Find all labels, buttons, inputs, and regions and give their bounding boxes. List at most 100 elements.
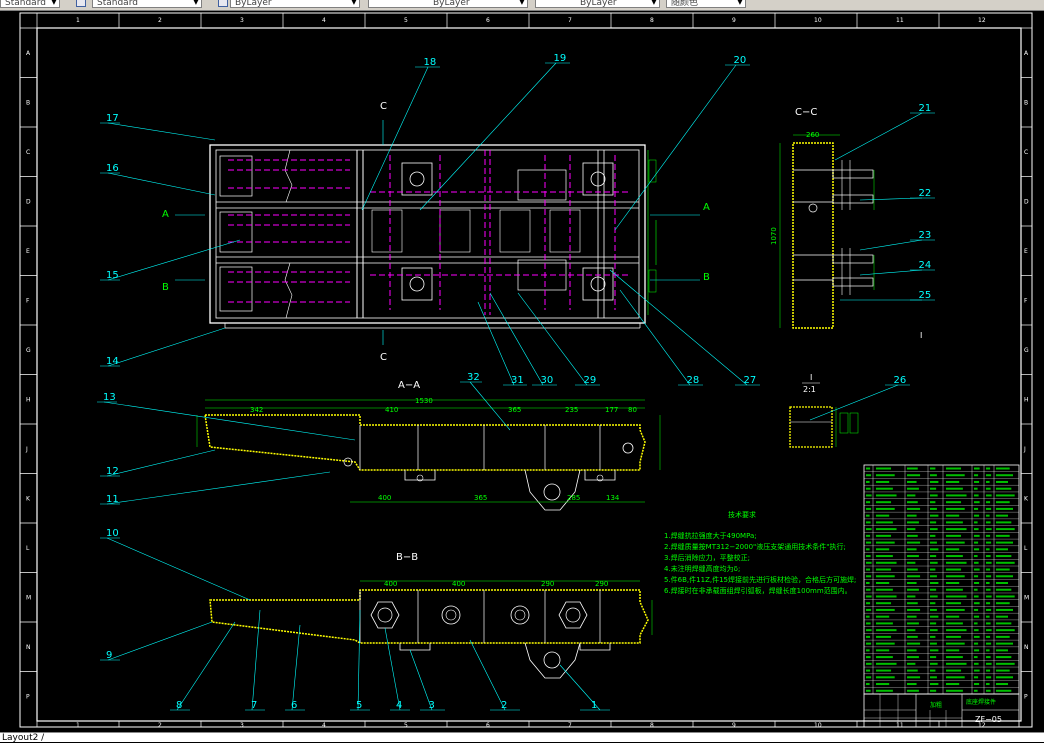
balloon-1: 1 xyxy=(591,700,597,711)
dim-aa-5: 177 xyxy=(605,406,618,414)
layer-dropdown[interactable]: Standard ▼ xyxy=(92,0,202,8)
leader-line xyxy=(614,64,737,231)
balloon-32: 32 xyxy=(467,372,480,383)
layer-value: Standard xyxy=(97,0,138,8)
dim-cc-height: 1070 xyxy=(770,227,778,245)
leader-line xyxy=(357,609,361,711)
dim-bb-4: 290 xyxy=(595,580,608,588)
balloon-22: 22 xyxy=(919,188,932,199)
tech-req-line: 2.焊缝质量按MT312−2000"液压支架通用技术条件"执行; xyxy=(664,542,846,551)
bb-section-view xyxy=(209,580,653,679)
dim-aa-overall: 1530 xyxy=(415,397,433,405)
section-label-a-left: A xyxy=(162,209,169,220)
balloon-28: 28 xyxy=(687,375,700,386)
border-letter-left: C xyxy=(26,149,30,156)
detail-view xyxy=(789,406,859,448)
dim-aa-bottom-1: 400 xyxy=(378,494,391,502)
bom-table xyxy=(863,464,1020,695)
border-letter-left: P xyxy=(26,693,30,700)
dim-aa-1: 342 xyxy=(250,406,263,414)
leader-line xyxy=(859,269,923,276)
leader-line xyxy=(834,112,923,161)
balloon-26: 26 xyxy=(894,375,907,386)
linetype-value: ByLayer xyxy=(433,0,470,8)
dim-bb-3: 290 xyxy=(541,580,554,588)
view-label-detail: I xyxy=(810,373,812,382)
border-number-bottom: 11 xyxy=(896,722,904,729)
balloon-4: 4 xyxy=(396,700,402,711)
balloon-labels: 123456789101112131415161718 19 20212223242… xyxy=(103,53,931,711)
border-number-top: 3 xyxy=(240,17,244,24)
border-number-bottom: 9 xyxy=(732,722,736,729)
lineweight-dropdown[interactable]: ByLayer ▼ xyxy=(535,0,660,8)
lineweight-value: ByLayer xyxy=(580,0,617,8)
plotstyle-dropdown[interactable]: 随颜色 ▼ xyxy=(666,0,746,8)
border-number-top: 8 xyxy=(650,17,654,24)
balloon-10: 10 xyxy=(106,528,119,539)
text-style-dropdown[interactable]: Standard ▼ xyxy=(0,0,60,8)
view-label-detail-scale: 2:1 xyxy=(803,385,816,394)
border-number-top: 7 xyxy=(568,17,572,24)
dim-cc-width: 260 xyxy=(806,131,819,139)
border-letter-right: A xyxy=(1024,50,1029,57)
border-letter-left: A xyxy=(26,50,31,57)
balloon-16: 16 xyxy=(106,163,119,174)
border-number-bottom: 1 xyxy=(76,722,80,729)
view-label-aa: A−A xyxy=(398,380,420,391)
balloon-7: 7 xyxy=(251,700,257,711)
balloon-8: 8 xyxy=(176,700,182,711)
drawing-canvas[interactable]: 1 1 2 2 3 3 4 4 5 5 6 6 7 7 8 8 9 9 10 10 11 11 12 12 A A B B C C D D E E… xyxy=(0,10,1044,732)
title-company: 加粗 xyxy=(930,701,942,709)
color-dropdown[interactable]: ByLayer ▼ xyxy=(230,0,360,8)
leader-line xyxy=(489,292,544,386)
border-letter-right: B xyxy=(1024,99,1028,106)
color-icon[interactable] xyxy=(218,0,228,7)
layer-manager-icon[interactable] xyxy=(76,0,86,7)
leader-line xyxy=(251,609,261,711)
balloon-21: 21 xyxy=(919,103,932,114)
balloon-24: 24 xyxy=(919,260,932,271)
plan-inner-outline xyxy=(215,149,640,319)
border-letter-right: M xyxy=(1024,594,1029,601)
leader-line xyxy=(291,624,301,711)
balloon-3: 3 xyxy=(429,700,435,711)
border-letter-right: F xyxy=(1024,297,1028,304)
border-number-bottom: 3 xyxy=(240,722,244,729)
cad-drawing[interactable]: 112233445566778899101011111212A AB BC CD DE E… xyxy=(0,10,1044,732)
leader-line xyxy=(107,621,213,661)
border-number-top: 11 xyxy=(896,17,904,24)
balloon-27: 27 xyxy=(744,375,757,386)
section-label-b-left: B xyxy=(162,282,169,293)
border-letter-right: C xyxy=(1024,149,1028,156)
border-number-bottom: 4 xyxy=(322,722,326,729)
balloon-25: 25 xyxy=(919,290,932,301)
border-number-bottom: 8 xyxy=(650,722,654,729)
leader-line xyxy=(107,172,216,196)
border-letter-right: G xyxy=(1024,347,1029,354)
border-letter-right: K xyxy=(1024,495,1029,502)
tech-req-heading: 技术要求 xyxy=(728,510,756,519)
detail-marker: I xyxy=(920,331,922,340)
border-letter-left: M xyxy=(26,594,31,601)
tech-req-line: 3.焊后消除应力，平整校正; xyxy=(664,553,750,562)
border-letter-right: P xyxy=(1024,693,1028,700)
border-number-top: 9 xyxy=(732,17,736,24)
command-line[interactable]: Layout2 / xyxy=(0,732,1044,743)
border-number-bottom: 2 xyxy=(158,722,162,729)
plan-view xyxy=(175,120,700,345)
dim-aa-4: 235 xyxy=(565,406,578,414)
linetype-dropdown[interactable]: ByLayer ▼ xyxy=(368,0,528,8)
leader-line xyxy=(809,384,899,421)
leader-line xyxy=(469,381,511,431)
border-letter-right: H xyxy=(1024,396,1029,403)
border-letter-left: N xyxy=(26,644,31,651)
leader-line xyxy=(619,289,691,386)
chevron-down-icon: ▼ xyxy=(51,0,57,6)
chevron-down-icon: ▼ xyxy=(351,0,357,6)
balloon-29: 29 xyxy=(584,375,597,386)
dim-bb-1: 400 xyxy=(384,580,397,588)
dim-aa-3: 365 xyxy=(508,406,521,414)
balloon-31: 31 xyxy=(511,375,524,386)
border-number-top: 2 xyxy=(158,17,162,24)
chevron-down-icon: ▼ xyxy=(193,0,199,6)
